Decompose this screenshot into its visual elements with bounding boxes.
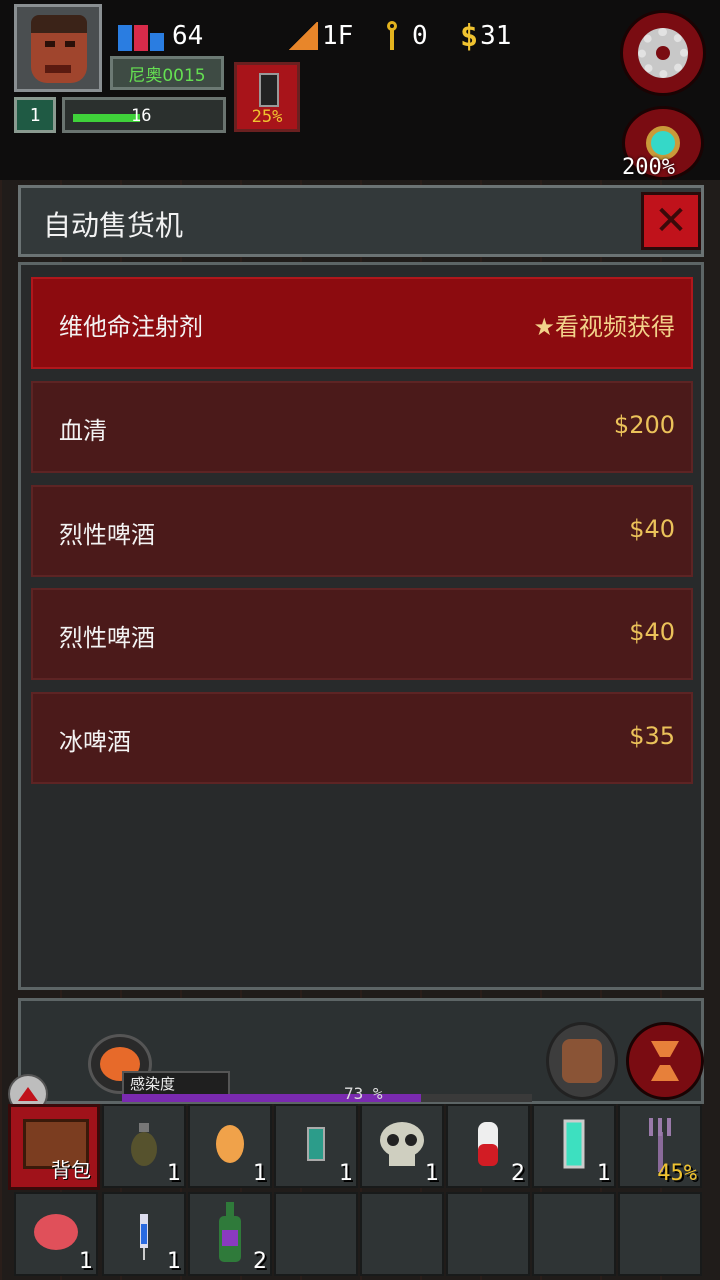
floor-label: 1F [322, 21, 354, 51]
vial-icon [306, 1126, 326, 1166]
player-level: 1 [14, 97, 56, 133]
inventory-slot[interactable]: 1 [360, 1104, 444, 1188]
survivors-stat: 64 [118, 18, 203, 54]
infection-percent: 73 % [344, 1084, 383, 1103]
money-count: 31 [480, 21, 512, 51]
battery-icon [259, 73, 279, 107]
infection-bar [122, 1094, 532, 1102]
item-name: 冰啤酒 [59, 728, 131, 756]
inventory-slot-empty[interactable] [532, 1192, 616, 1276]
dialog-title: 自动售货机 [43, 209, 184, 242]
attack-button[interactable] [546, 1022, 618, 1100]
item-name: 烈性啤酒 [59, 624, 155, 652]
xp-bar: 16 [62, 97, 226, 133]
pill-icon [476, 1120, 500, 1172]
glowstick-icon [562, 1119, 586, 1173]
player-portrait[interactable] [14, 4, 102, 92]
inventory-slot[interactable]: 1 [102, 1192, 186, 1276]
slot-count: 2 [253, 1249, 267, 1274]
slot-count: 1 [79, 1249, 93, 1274]
grenade-icon [127, 1119, 161, 1173]
inventory-slot[interactable]: 1 [188, 1104, 272, 1188]
backpack-button[interactable]: 背包 [8, 1104, 100, 1190]
slot-count: 45% [657, 1161, 697, 1186]
backpack-label: 背包 [51, 1158, 91, 1182]
inventory-slot[interactable]: 2 [188, 1192, 272, 1276]
inventory-slot[interactable]: 2 [446, 1104, 530, 1188]
slot-count: 1 [167, 1161, 181, 1186]
egg-icon [213, 1122, 247, 1170]
keys-stat: 0 [384, 18, 428, 54]
shop-item-row[interactable]: 冰啤酒 $35 [31, 692, 693, 784]
xp-value: 16 [131, 106, 152, 126]
inventory-slot[interactable]: 1 [102, 1104, 186, 1188]
item-name: 烈性啤酒 [59, 521, 155, 549]
skull-icon [375, 1120, 429, 1172]
gear-icon [638, 28, 688, 78]
inventory-slot-empty[interactable] [360, 1192, 444, 1276]
key-icon [384, 21, 400, 51]
dollar-icon: $ [460, 18, 479, 54]
inventory-slot[interactable]: 1 [14, 1192, 98, 1276]
slot-count: 1 [167, 1249, 181, 1274]
inventory-slot-empty[interactable] [274, 1192, 358, 1276]
shop-item-row[interactable]: 维他命注射剂 ★看视频获得 [31, 277, 693, 369]
xp-bar-fill [73, 114, 140, 122]
slot-count: 1 [425, 1161, 439, 1186]
survivors-icon [118, 21, 166, 51]
keys-count: 0 [412, 21, 428, 51]
slot-count: 1 [253, 1161, 267, 1186]
item-price: ★看视频获得 [533, 313, 675, 341]
zoom-level: 200% [622, 155, 675, 180]
inventory-slot-empty[interactable] [446, 1192, 530, 1276]
inventory-slot[interactable]: 1 [532, 1104, 616, 1188]
dialog-header: 自动售货机 [18, 185, 704, 257]
bottle-icon [216, 1200, 244, 1268]
settings-button[interactable] [620, 10, 706, 96]
slot-count: 1 [597, 1161, 611, 1186]
fist-icon [562, 1039, 602, 1083]
top-hud: 64 1F 0 $ 31 尼奥0015 1 16 25% [0, 0, 720, 180]
wait-button[interactable] [626, 1022, 704, 1100]
shop-item-row[interactable]: 烈性啤酒 $40 [31, 485, 693, 577]
flashlight-battery[interactable]: 25% [234, 62, 300, 132]
player-name: 尼奥0015 [110, 56, 224, 90]
inventory-slot[interactable]: 45% [618, 1104, 702, 1188]
money-stat: $ 31 [460, 18, 511, 54]
close-button[interactable]: ✕ [641, 192, 701, 250]
shop-list: 维他命注射剂 ★看视频获得 血清 $200 烈性啤酒 $40 烈性啤酒 $40 … [18, 262, 704, 990]
shop-item-row[interactable]: 烈性啤酒 $40 [31, 588, 693, 680]
battery-percent: 25% [251, 107, 283, 127]
item-price: $40 [629, 515, 675, 543]
item-name: 维他命注射剂 [59, 313, 203, 341]
brain-icon [31, 1211, 81, 1257]
item-name: 血清 [59, 417, 107, 445]
slot-count: 2 [511, 1161, 525, 1186]
survivors-count: 64 [172, 21, 204, 51]
floor-stat: 1F [288, 18, 353, 54]
item-price: $35 [629, 722, 675, 750]
slot-count: 1 [339, 1161, 353, 1186]
arrow-up-icon [18, 1087, 38, 1101]
inventory-slot-empty[interactable] [618, 1192, 702, 1276]
item-price: $40 [629, 618, 675, 646]
shop-item-row[interactable]: 血清 $200 [31, 381, 693, 473]
inventory-slot[interactable]: 1 [274, 1104, 358, 1188]
close-icon: ✕ [654, 198, 688, 244]
hourglass-icon [651, 1041, 679, 1081]
stairs-icon [288, 22, 318, 50]
syringe-icon [135, 1204, 153, 1264]
item-price: $200 [613, 411, 675, 439]
